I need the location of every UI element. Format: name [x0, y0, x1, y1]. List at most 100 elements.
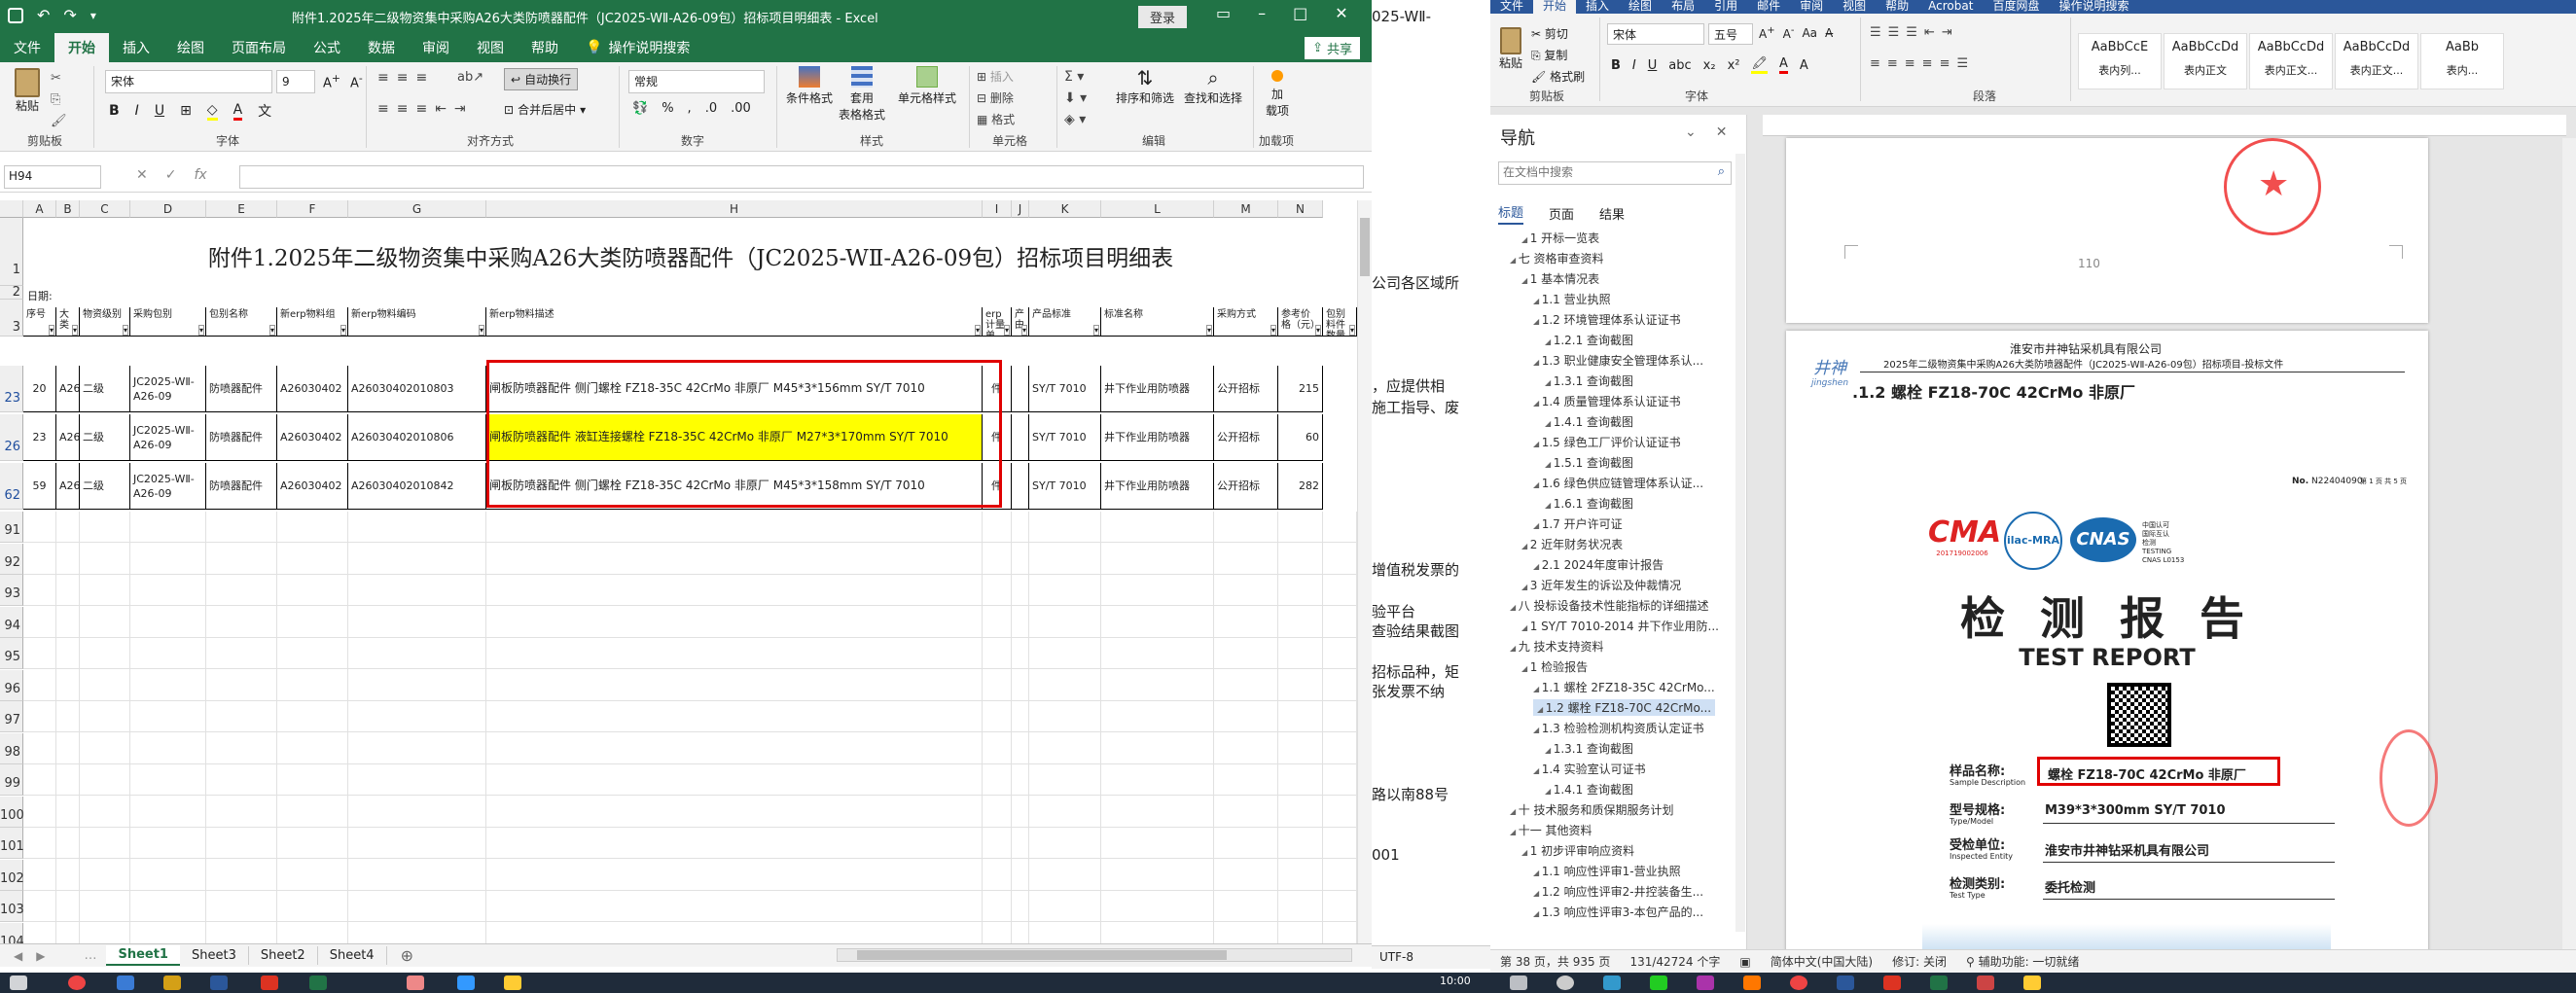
format-painter-icon[interactable]: 🖌 — [51, 111, 67, 132]
page-count[interactable]: 第 38 页，共 935 页 — [1500, 953, 1610, 970]
filter-dropdown-icon[interactable]: ▾ — [1314, 325, 1321, 336]
word-font-size-select[interactable]: 五号 — [1708, 23, 1753, 45]
tell-me-search[interactable]: 💡 操作说明搜索 — [572, 33, 703, 62]
app-icon[interactable] — [457, 975, 475, 990]
cancel-entry-icon[interactable]: ✕ — [136, 167, 148, 183]
search-icon[interactable] — [1556, 975, 1574, 990]
expand-icon[interactable]: ◢ — [1533, 399, 1542, 408]
app-icon[interactable] — [1977, 975, 1994, 990]
list-icons[interactable]: ☰☰☰⇤⇥ — [1870, 25, 1959, 40]
word-tab[interactable]: 文件 — [1490, 0, 1533, 14]
acrobat-icon[interactable] — [1883, 975, 1901, 990]
style-option[interactable]: AaBb 表内... — [2420, 33, 2504, 89]
fill-color-icon[interactable]: ◇ — [206, 102, 218, 121]
word-cut-button[interactable]: ✂ 剪切 — [1531, 23, 1585, 45]
nav-heading-item[interactable]: ◢ 1.2 响应性评审2-井控装备生... — [1533, 883, 1703, 900]
cell-cat[interactable]: A26 — [56, 414, 80, 461]
nav-heading-item[interactable]: ◢ 1 基本情况表 — [1521, 270, 1599, 287]
row-header[interactable]: 92 — [0, 543, 23, 575]
row-header[interactable]: 102 — [0, 859, 24, 891]
word-tab[interactable]: 审阅 — [1790, 0, 1833, 14]
cell-method[interactable]: 公开招标 — [1214, 414, 1278, 461]
delete-cells-button[interactable]: ⊟ 删除 — [977, 88, 1015, 109]
shrink-font-icon[interactable]: A- — [1783, 25, 1795, 41]
word-tab[interactable]: 帮助 — [1876, 0, 1918, 14]
row-header[interactable]: 2 — [0, 286, 23, 300]
tab-insert[interactable]: 插入 — [109, 33, 163, 62]
row-header[interactable]: 98 — [0, 732, 23, 764]
word-count[interactable]: 131/42724 个字 — [1629, 953, 1720, 970]
tab-draw[interactable]: 绘图 — [163, 33, 218, 62]
filter-dropdown-icon[interactable]: ▾ — [974, 325, 981, 336]
expand-icon[interactable]: ◢ — [1533, 889, 1542, 898]
insert-function-icon[interactable]: fx — [194, 167, 206, 183]
percent-icon[interactable]: % — [662, 101, 673, 116]
style-option[interactable]: AaBbCcDd 表内正文 — [2164, 33, 2247, 89]
expand-icon[interactable]: ◢ — [1533, 521, 1542, 530]
style-option[interactable]: AaBbCcDd 表内正文... — [2249, 33, 2333, 89]
cell-code[interactable]: A26030402010806 — [348, 414, 486, 461]
accessibility-status[interactable]: ⚲ 辅助功能: 一切就绪 — [1966, 953, 2079, 970]
app-icon[interactable] — [1603, 975, 1621, 990]
cell-group[interactable]: A26030402 — [277, 463, 348, 510]
expand-icon[interactable]: ◢ — [1533, 726, 1542, 734]
font-size-select[interactable]: 9 — [276, 70, 315, 93]
subscript-icon[interactable]: x₂ — [1703, 58, 1716, 73]
app-icon[interactable] — [117, 975, 134, 990]
column-header[interactable]: D — [130, 200, 206, 218]
cell-stdname[interactable]: 井下作业用防喷器 — [1101, 414, 1214, 461]
nav-heading-item[interactable]: ◢ 九 技术支持资料 — [1510, 638, 1604, 655]
doc-scrollbar[interactable] — [2562, 138, 2576, 951]
nav-tab-results[interactable]: 结果 — [1599, 204, 1625, 223]
paragraph-align-icons[interactable]: ≡≡≡≡≡☰ — [1870, 56, 1975, 71]
wrap-text-button[interactable]: ↩ 自动换行 — [504, 68, 579, 90]
fill-icon[interactable]: ⬇ ▾ — [1064, 88, 1087, 109]
row-header[interactable]: 23 — [0, 366, 23, 412]
cell-cat[interactable]: A26 — [56, 366, 80, 412]
cell-pkg[interactable]: JC2025-WⅡ-A26-09 — [130, 414, 206, 461]
expand-icon[interactable]: ◢ — [1521, 848, 1530, 857]
nav-heading-item[interactable]: ◢ 十 技术服务和质保期服务计划 — [1510, 801, 1674, 818]
nav-heading-item[interactable]: ◢ 3 近年发生的诉讼及仲裁情况 — [1521, 577, 1681, 593]
column-header[interactable]: A — [23, 200, 56, 218]
column-header[interactable]: K — [1029, 200, 1101, 218]
expand-icon[interactable]: ◢ — [1510, 828, 1519, 836]
chrome-icon[interactable] — [1790, 975, 1807, 990]
app-icon[interactable] — [10, 975, 27, 990]
clear-icon[interactable]: ◈ ▾ — [1064, 109, 1087, 130]
wechat-icon[interactable] — [1650, 975, 1667, 990]
cell-price[interactable]: 215 — [1278, 366, 1323, 412]
grow-font-icon[interactable]: A+ — [1759, 25, 1775, 41]
explorer-icon[interactable] — [504, 975, 521, 990]
word-tab[interactable]: 插入 — [1576, 0, 1619, 14]
expand-icon[interactable]: ◢ — [1533, 869, 1542, 877]
expand-icon[interactable]: ◢ — [1521, 235, 1530, 244]
nav-heading-item[interactable]: ◢ 1.1 响应性评审1-营业执照 — [1533, 863, 1681, 879]
share-button[interactable]: ⇪ 共享 — [1305, 37, 1360, 59]
cell-code[interactable]: A26030402010842 — [348, 463, 486, 510]
row-header[interactable]: 95 — [0, 638, 23, 669]
cell-level[interactable]: 二级 — [80, 366, 130, 412]
filter-dropdown-icon[interactable]: ▾ — [1003, 325, 1010, 336]
currency-icon[interactable]: 💱 — [632, 101, 648, 116]
minimize-icon[interactable]: – — [1258, 4, 1266, 22]
filter-dropdown-icon[interactable]: ▾ — [71, 325, 78, 336]
nav-heading-item[interactable]: ◢ 1 开标一览表 — [1521, 230, 1599, 246]
word-copy-button[interactable]: ⎘ 复制 — [1531, 45, 1585, 66]
excel-taskbar-icon[interactable] — [309, 975, 327, 990]
expand-icon[interactable]: ◢ — [1510, 603, 1519, 612]
bold-icon[interactable]: B — [109, 103, 120, 119]
nav-heading-item[interactable]: ◢ 1.1 螺栓 2FZ18-35C 42CrMo... — [1533, 679, 1715, 695]
horizontal-scrollbar[interactable] — [837, 948, 1352, 962]
nav-heading-item[interactable]: ◢ 1.2.1 查询截图 — [1545, 332, 1633, 348]
cell-std[interactable]: SY/T 7010 — [1029, 366, 1101, 412]
expand-icon[interactable]: ◢ — [1521, 583, 1530, 591]
nav-heading-item[interactable]: ◢ 七 资格审查资料 — [1510, 250, 1604, 266]
font-color-icon[interactable]: A — [233, 102, 243, 121]
cell-empty[interactable] — [1012, 414, 1029, 461]
sheet-tab-sheet3[interactable]: Sheet3 — [180, 946, 249, 965]
format-as-table-button[interactable]: 套用 表格格式 — [837, 66, 887, 123]
filter-dropdown-icon[interactable]: ▾ — [1020, 325, 1027, 336]
word-tab[interactable]: Acrobat — [1918, 0, 1983, 14]
expand-icon[interactable]: ◢ — [1521, 623, 1530, 632]
